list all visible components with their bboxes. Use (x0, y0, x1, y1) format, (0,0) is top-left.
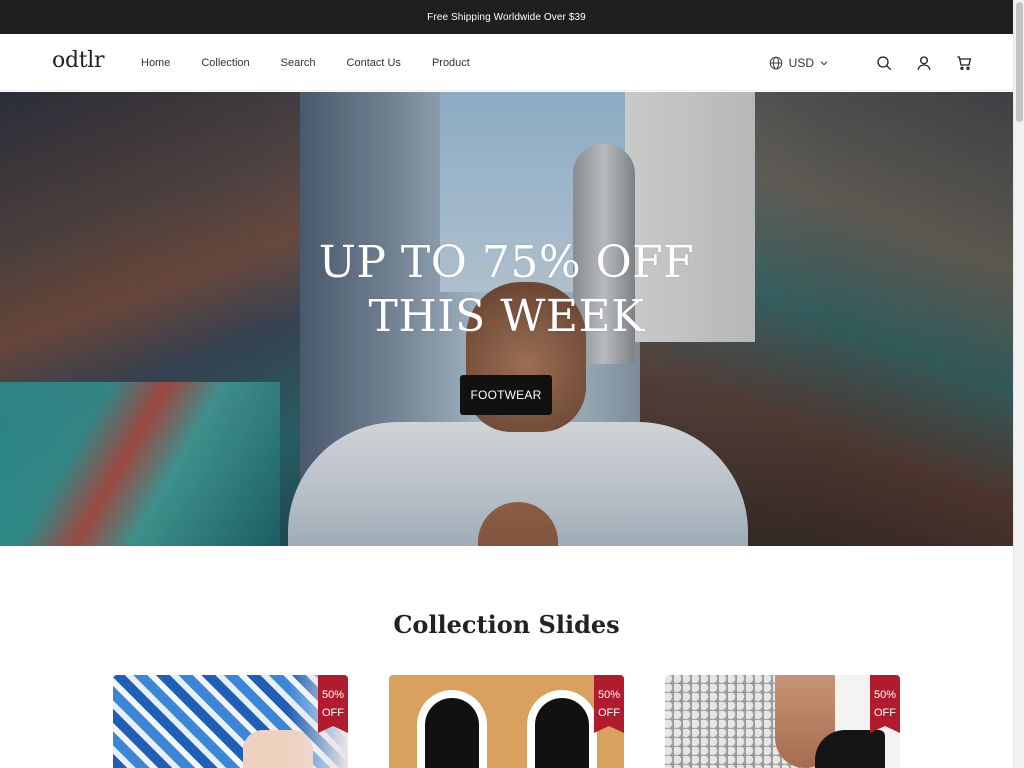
search-icon (877, 55, 892, 70)
announcement-bar: Free Shipping Worldwide Over $39 (0, 0, 1013, 34)
cart-button[interactable] (955, 54, 973, 72)
badge-off: OFF (598, 707, 620, 719)
product-image-shoe-left (417, 690, 487, 768)
nav-product[interactable]: Product (432, 57, 470, 69)
collection-card[interactable]: 50% OFF (113, 675, 348, 768)
nav-collection[interactable]: Collection (201, 57, 249, 69)
logo[interactable]: odtlr (52, 48, 105, 73)
badge-percent: 50% (597, 689, 621, 701)
account-button[interactable] (915, 54, 933, 72)
currency-label: USD (788, 55, 814, 70)
globe-icon (769, 56, 782, 69)
nav-contact-us[interactable]: Contact Us (347, 57, 401, 69)
discount-badge: 50% OFF (318, 675, 348, 733)
badge-percent: 50% (321, 689, 345, 701)
page-scrollbar[interactable] (1013, 0, 1024, 768)
header-actions: USD (769, 34, 973, 91)
section-title: Collection Slides (393, 610, 620, 639)
nav-home[interactable]: Home (141, 57, 170, 69)
cart-icon (957, 55, 972, 70)
chevron-down-icon (820, 60, 828, 65)
announcement-text: Free Shipping Worldwide Over $39 (427, 11, 586, 23)
collection-card[interactable]: 50% OFF (389, 675, 624, 768)
product-image-heel (815, 730, 885, 768)
product-image-shoe-right (527, 690, 597, 768)
hero-title: UP TO 75% OFF THIS WEEK (0, 236, 1013, 344)
currency-selector[interactable]: USD (769, 56, 829, 70)
user-icon (917, 55, 931, 70)
nav-search[interactable]: Search (281, 57, 316, 69)
discount-badge: 50% OFF (870, 675, 900, 733)
discount-badge: 50% OFF (594, 675, 624, 733)
badge-percent: 50% (873, 689, 897, 701)
footwear-button[interactable]: FOOTWEAR (460, 375, 552, 415)
search-button[interactable] (875, 54, 893, 72)
badge-off: OFF (322, 707, 344, 719)
main-nav: Home Collection Search Contact Us Produc… (141, 34, 501, 91)
scrollbar-thumb[interactable] (1016, 2, 1023, 122)
collection-card[interactable]: 50% OFF (665, 675, 900, 768)
hero-title-line-1: UP TO 75% OFF (318, 237, 695, 288)
hero-title-line-2: THIS WEEK (368, 291, 645, 342)
badge-off: OFF (874, 707, 896, 719)
site-header: odtlr Home Collection Search Contact Us … (0, 34, 1013, 91)
